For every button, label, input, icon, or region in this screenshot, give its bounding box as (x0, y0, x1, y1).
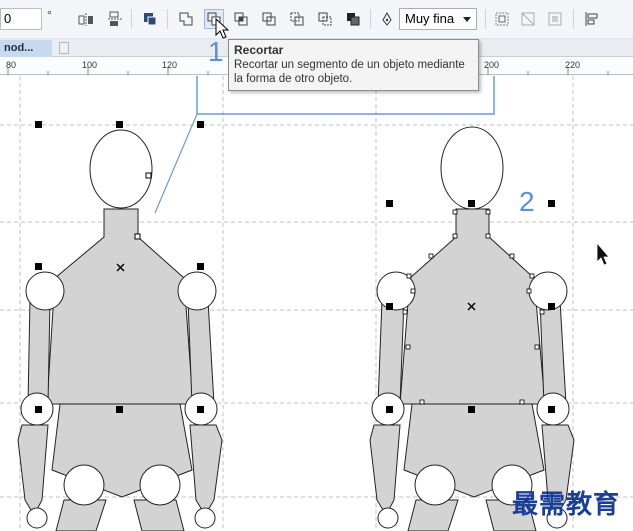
mirror-vertical-button[interactable] (105, 9, 125, 29)
drawing-canvas[interactable] (0, 18, 633, 531)
dashed-box-icon (495, 12, 509, 26)
tooltip-description: Recortar un segmento de un objeto median… (234, 59, 465, 71)
mouse-cursor-icon (596, 241, 610, 266)
figure-right[interactable] (369, 126, 575, 531)
combine-button[interactable] (140, 9, 160, 29)
canvas-drawing (0, 76, 633, 531)
create-boundary-button[interactable] (343, 9, 363, 29)
align-distribute-button[interactable] (582, 9, 602, 29)
intersect-icon (234, 12, 248, 26)
powerclip-button[interactable] (545, 9, 565, 29)
simplify-icon (262, 12, 276, 26)
powerclip-icon (548, 12, 562, 26)
tooltip-title: Recortar (234, 43, 284, 57)
intersect-button[interactable] (231, 9, 251, 29)
ruler-label: 120 (162, 60, 178, 70)
rotation-unit: ° (47, 8, 52, 22)
align-left-icon (585, 12, 598, 26)
chevron-down-icon (463, 17, 471, 22)
clip-icon (521, 12, 535, 26)
ruler-label: 220 (565, 60, 581, 70)
clip-button[interactable] (518, 9, 538, 29)
front-minus-back-icon (290, 12, 304, 26)
outline-width-value: Muy fina (405, 11, 455, 26)
document-tab[interactable]: nod... (0, 40, 52, 57)
back-minus-front-icon (318, 12, 332, 26)
ruler-label: 200 (484, 60, 500, 70)
node-handle[interactable] (145, 172, 152, 179)
back-minus-front-button[interactable] (315, 9, 335, 29)
rotation-angle-value: 0 (4, 11, 12, 26)
property-bar: 0 ° Muy fina (0, 0, 633, 39)
toolbar-separator (485, 9, 486, 29)
combine-icon (144, 13, 157, 26)
outline-pen-button[interactable] (377, 9, 397, 29)
tab-close-icon[interactable] (59, 42, 69, 54)
object-align-button[interactable] (492, 9, 512, 29)
node-handle[interactable] (134, 233, 141, 240)
rotation-angle-input[interactable]: 0 (0, 8, 42, 30)
create-boundary-icon (347, 13, 360, 26)
toolbar-separator (573, 9, 574, 29)
mirror-horizontal-button[interactable] (76, 9, 96, 29)
watermark-logo: 最需教育 (512, 490, 621, 520)
ruler-label: 80 (6, 60, 17, 70)
simplify-button[interactable] (259, 9, 279, 29)
figure-left[interactable] (17, 129, 223, 531)
toolbar-separator (370, 9, 371, 29)
outline-width-select[interactable]: Muy fina (399, 8, 477, 30)
front-minus-back-button[interactable] (287, 9, 307, 29)
mirror-horizontal-icon (78, 13, 93, 26)
document-tab-label: nod... (4, 42, 34, 54)
toolbar-separator (131, 9, 132, 29)
mirror-vertical-icon (108, 11, 122, 26)
trim-tooltip: Recortar Recortar un segmento de un obje… (228, 39, 479, 91)
toolbar-separator (167, 9, 168, 29)
weld-icon (179, 12, 193, 26)
tooltip-description: la forma de otro objeto. (234, 73, 353, 85)
weld-button[interactable] (176, 9, 196, 29)
step-1-label: 1 (208, 36, 224, 67)
pen-nib-icon (382, 11, 392, 26)
ruler-label: 100 (82, 60, 98, 70)
callout-line (154, 113, 198, 214)
step-2-label: 2 (519, 186, 535, 217)
